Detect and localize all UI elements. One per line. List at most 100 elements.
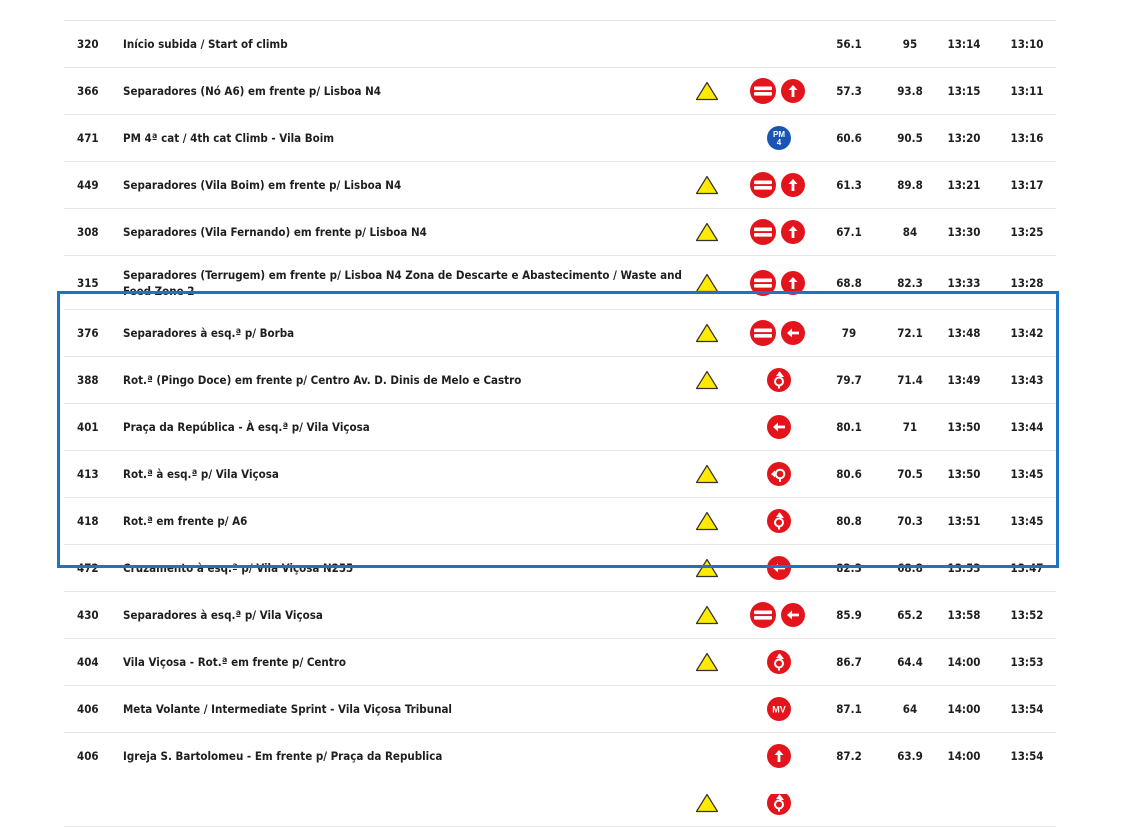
warning-icon bbox=[695, 605, 719, 625]
row-icons bbox=[744, 219, 814, 245]
row-id: 401 bbox=[77, 420, 99, 434]
table-row: 406 Igreja S. Bartolomeu - Em frente p/ P… bbox=[64, 733, 1056, 780]
row-km-remaining: 71.4 bbox=[897, 373, 923, 387]
row-km-remaining: 71 bbox=[902, 420, 918, 434]
row-icons bbox=[744, 269, 814, 299]
row-time-fast: 14:00 bbox=[947, 655, 981, 669]
row-icons: MV bbox=[744, 696, 814, 722]
row-km-remaining: 93.8 bbox=[897, 84, 923, 98]
row-icons bbox=[744, 461, 814, 487]
arrow-up-icon bbox=[780, 270, 806, 299]
row-km-remaining: 72.1 bbox=[897, 326, 923, 340]
row-description: Separadores à esq.ª p/ Borba bbox=[123, 326, 295, 340]
row-km-remaining: 63.9 bbox=[897, 749, 923, 763]
arrow-up-icon bbox=[780, 219, 806, 248]
row-icons bbox=[744, 743, 814, 769]
arrow-left-icon bbox=[780, 320, 806, 349]
row-id: 366 bbox=[77, 84, 99, 98]
row-description: Cruzamento à esq.ª p/ Vila Viçosa N255 bbox=[123, 561, 354, 575]
clip-edge bbox=[0, 776, 1123, 794]
svg-text:MV: MV bbox=[772, 704, 786, 714]
row-time-fast: 14:00 bbox=[947, 749, 981, 763]
table-row: 404 Vila Viçosa - Rot.ª em frente p/ Cent… bbox=[64, 639, 1056, 686]
row-description: Rot.ª (Pingo Doce) em frente p/ Centro A… bbox=[123, 373, 522, 387]
row-km-remaining: 90.5 bbox=[897, 131, 923, 145]
row-time-slow: 13:42 bbox=[1010, 326, 1044, 340]
row-km: 68.8 bbox=[836, 275, 862, 290]
row-icons bbox=[744, 320, 814, 346]
row-icons bbox=[744, 78, 814, 104]
row-km-remaining: 82.3 bbox=[897, 275, 923, 290]
row-description: Separadores à esq.ª p/ Vila Viçosa bbox=[123, 608, 323, 622]
row-time-slow: 13:54 bbox=[1010, 702, 1044, 716]
row-time-fast: 13:30 bbox=[947, 225, 981, 239]
roundabout-left-icon bbox=[766, 461, 792, 490]
row-time-slow: 13:44 bbox=[1010, 420, 1044, 434]
row-time-fast: 13:58 bbox=[947, 608, 981, 622]
row-description: Separadores (Vila Boim) em frente p/ Lis… bbox=[123, 178, 402, 192]
row-time-slow: 13:45 bbox=[1010, 467, 1044, 481]
separator-icon bbox=[750, 320, 776, 349]
row-id: 404 bbox=[77, 655, 99, 669]
row-time-slow: 13:11 bbox=[1010, 84, 1044, 98]
table-row: 471 PM 4ª cat / 4th cat Climb - Vila Boim… bbox=[64, 115, 1056, 162]
row-description: Igreja S. Bartolomeu - Em frente p/ Praç… bbox=[123, 749, 443, 763]
row-id: 472 bbox=[77, 561, 99, 575]
row-time-fast: 13:14 bbox=[947, 37, 981, 51]
row-time-slow: 13:43 bbox=[1010, 373, 1044, 387]
separator-icon bbox=[750, 78, 776, 107]
warning-icon bbox=[695, 558, 719, 578]
arrow-up-icon bbox=[780, 78, 806, 107]
row-description: Vila Viçosa - Rot.ª em frente p/ Centro bbox=[123, 655, 346, 669]
row-time-slow: 13:17 bbox=[1010, 178, 1044, 192]
arrow-left-icon bbox=[780, 602, 806, 631]
row-km: 82.3 bbox=[836, 561, 862, 575]
row-id: 388 bbox=[77, 373, 99, 387]
table-row: 406 Meta Volante / Intermediate Sprint - … bbox=[64, 686, 1056, 733]
row-id: 430 bbox=[77, 608, 99, 622]
table-row: 308 Separadores (Vila Fernando) em frente… bbox=[64, 209, 1056, 256]
row-description: Separadores (Nó A6) em frente p/ Lisboa … bbox=[123, 84, 381, 98]
row-id: 308 bbox=[77, 225, 99, 239]
row-km-remaining: 64 bbox=[902, 702, 918, 716]
itinerary-table: 320 Início subida / Start of climb 56.1 95 1… bbox=[64, 20, 1056, 827]
row-time-fast: 13:48 bbox=[947, 326, 981, 340]
table-row: 418 Rot.ª em frente p/ A6 80.8 70.3 13:51 13:… bbox=[64, 498, 1056, 545]
table-row: 320 Início subida / Start of climb 56.1 95 1… bbox=[64, 21, 1056, 68]
table-row: 430 Separadores à esq.ª p/ Vila Viçosa 85.… bbox=[64, 592, 1056, 639]
warning-icon bbox=[695, 464, 719, 484]
row-icons bbox=[744, 555, 814, 581]
row-id: 315 bbox=[77, 275, 99, 290]
warning-icon bbox=[695, 273, 719, 293]
row-icons bbox=[744, 508, 814, 534]
separator-icon bbox=[750, 269, 776, 299]
row-id: 418 bbox=[77, 514, 99, 528]
row-time-fast: 13:15 bbox=[947, 84, 981, 98]
row-time-fast: 13:49 bbox=[947, 373, 981, 387]
table-row: 401 Praça da República - À esq.ª p/ Vila … bbox=[64, 404, 1056, 451]
row-id: 413 bbox=[77, 467, 99, 481]
row-km: 79.7 bbox=[836, 373, 862, 387]
warning-icon bbox=[695, 370, 719, 390]
roundabout-straight-icon bbox=[766, 790, 792, 819]
row-time-fast: 13:51 bbox=[947, 514, 981, 528]
separator-icon bbox=[750, 172, 776, 201]
row-icons bbox=[744, 602, 814, 628]
row-km: 80.8 bbox=[836, 514, 862, 528]
row-time-fast: 13:33 bbox=[947, 275, 981, 290]
row-km-remaining: 84 bbox=[902, 225, 918, 239]
row-description: Meta Volante / Intermediate Sprint - Vil… bbox=[123, 702, 452, 716]
row-time-fast: 13:50 bbox=[947, 420, 981, 434]
warning-icon bbox=[695, 511, 719, 531]
warning-icon bbox=[695, 652, 719, 672]
row-description: Separadores (Vila Fernando) em frente p/… bbox=[123, 225, 427, 239]
row-id: 471 bbox=[77, 131, 99, 145]
warning-icon bbox=[695, 323, 719, 343]
row-km: 87.1 bbox=[836, 702, 862, 716]
row-icons bbox=[744, 649, 814, 675]
arrow-left-icon bbox=[766, 414, 792, 443]
row-description: Início subida / Start of climb bbox=[123, 37, 288, 51]
row-time-slow: 13:45 bbox=[1010, 514, 1044, 528]
arrow-left-icon bbox=[766, 555, 792, 584]
row-icons bbox=[744, 414, 814, 440]
